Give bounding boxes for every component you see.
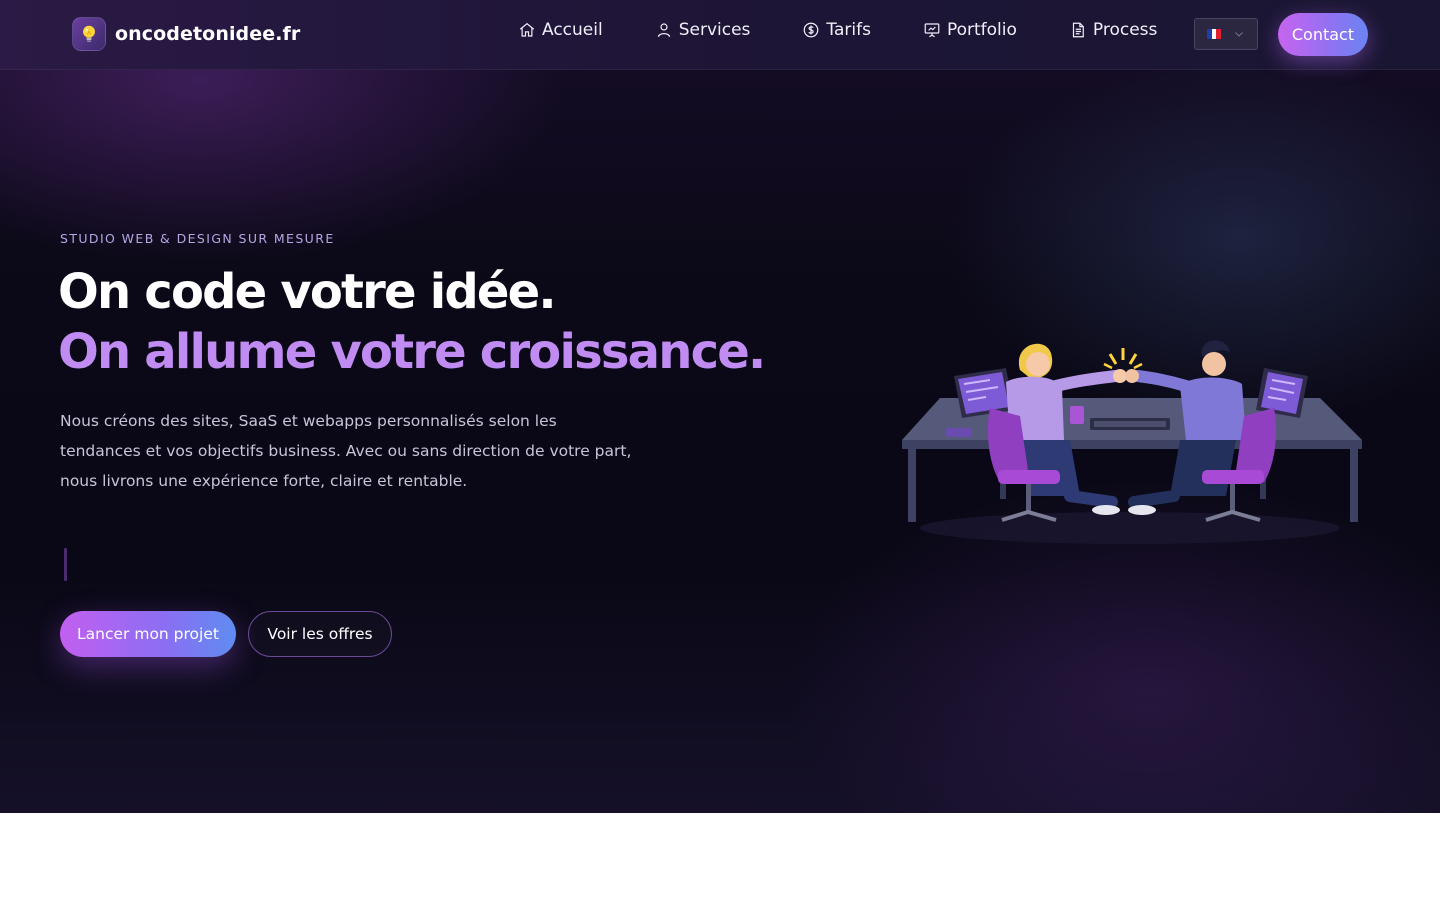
dollar-circle-icon [804, 22, 819, 38]
nav-item-label: Tarifs [826, 20, 871, 40]
logo-text: oncodetonidee.fr [115, 23, 301, 45]
navbar: oncodetonidee.fr Accueil Services Tarifs… [0, 0, 1440, 70]
launch-project-button[interactable]: Lancer mon projet [60, 611, 236, 657]
hero-description: Nous créons des sites, SaaS et webapps p… [60, 412, 632, 490]
logo[interactable]: oncodetonidee.fr [72, 17, 300, 51]
flag-fr-icon [1207, 29, 1222, 39]
lightbulb-icon [72, 17, 106, 51]
hero-section: oncodetonidee.fr Accueil Services Tarifs… [0, 0, 1440, 813]
nav-item-label: Accueil [542, 20, 603, 40]
hero-headline: On code votre idée. On allume votre croi… [58, 262, 766, 382]
language-select[interactable] [1194, 18, 1258, 50]
nav-item-label: Process [1092, 20, 1158, 40]
nav-item-label: Services [678, 20, 751, 40]
nav-item-process[interactable]: Process [1069, 20, 1158, 40]
contact-button[interactable]: Contact [1278, 13, 1368, 56]
user-icon [657, 23, 670, 38]
headline-line-2: On allume votre croissance. [58, 324, 766, 380]
typing-cursor [64, 548, 67, 581]
nav-item-label: Portfolio [946, 20, 1017, 40]
document-icon [1072, 22, 1084, 38]
view-offers-button[interactable]: Voir les offres [248, 611, 392, 657]
hero-eyebrow: STUDIO WEB & DESIGN SUR MESURE [60, 231, 335, 246]
nav-item-tarifs[interactable]: Tarifs [802, 20, 871, 40]
hero-illustration [902, 340, 1362, 544]
nav-item-portfolio[interactable]: Portfolio [923, 20, 1017, 40]
main-nav: Accueil Services Tarifs Portfolio Proces… [518, 20, 1209, 40]
chevron-down-icon [1235, 32, 1243, 37]
nav-item-services[interactable]: Services [655, 20, 751, 40]
home-icon [519, 22, 535, 37]
nav-item-accueil[interactable]: Accueil [518, 20, 603, 40]
presentation-icon [924, 23, 940, 38]
headline-line-1: On code votre idée. [58, 264, 557, 320]
